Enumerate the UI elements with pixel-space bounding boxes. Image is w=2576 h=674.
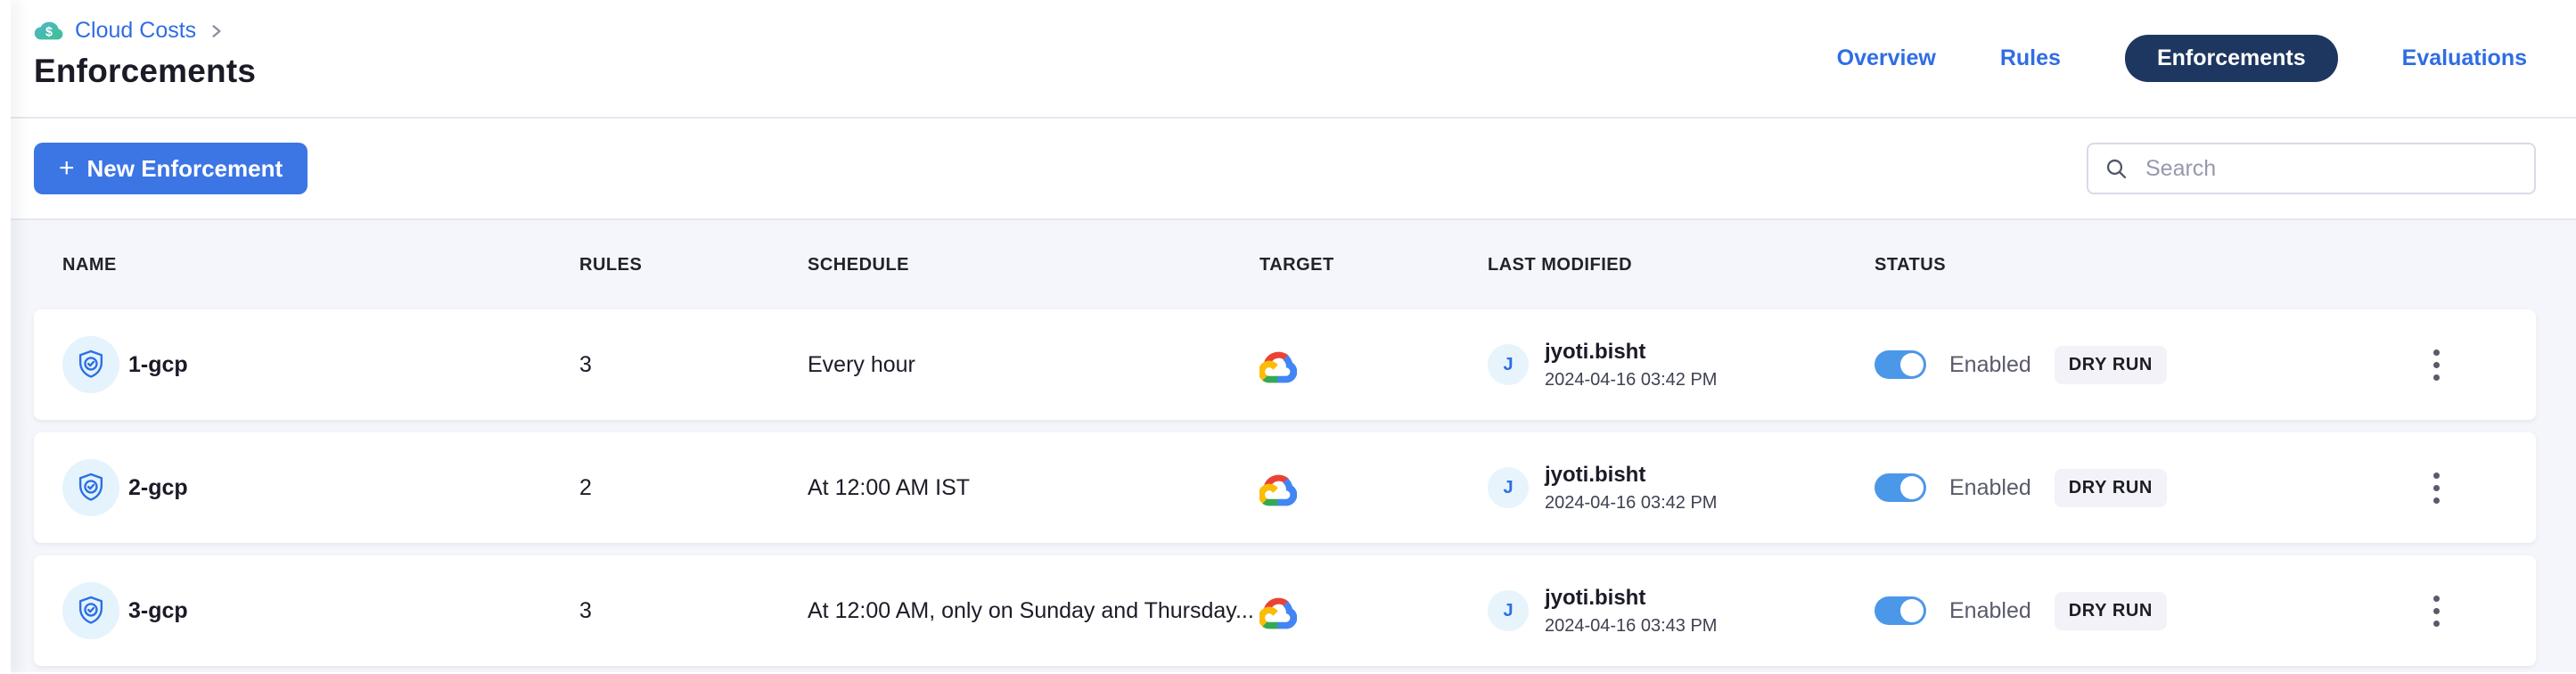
dry-run-badge: DRY RUN xyxy=(2055,346,2167,384)
tab-overview[interactable]: Overview xyxy=(1837,45,1936,71)
shield-check-icon xyxy=(74,592,108,629)
modified-by: jyoti.bisht xyxy=(1545,586,1717,611)
toggle-knob xyxy=(1900,353,1924,376)
plus-icon: + xyxy=(59,155,75,182)
user-avatar: J xyxy=(1488,344,1529,385)
enforcement-name[interactable]: 1-gcp xyxy=(128,352,188,378)
enabled-toggle[interactable] xyxy=(1875,596,1926,625)
enforcement-avatar xyxy=(62,336,119,393)
column-header-target: TARGET xyxy=(1259,255,1488,275)
rules-count: 3 xyxy=(579,598,808,624)
status-label: Enabled xyxy=(1949,598,2031,624)
enforcement-avatar xyxy=(62,459,119,516)
svg-text:$: $ xyxy=(45,25,53,39)
toggle-knob xyxy=(1900,476,1924,499)
page-title: Enforcements xyxy=(34,53,256,90)
search-icon xyxy=(2104,157,2129,181)
row-menu-kebab-icon[interactable] xyxy=(2424,464,2449,513)
column-header-rules: RULES xyxy=(579,255,808,275)
user-avatar: J xyxy=(1488,467,1529,508)
modified-date: 2024-04-16 03:42 PM xyxy=(1545,493,1717,514)
breadcrumb-cloud-costs-link[interactable]: Cloud Costs xyxy=(75,18,196,44)
modified-by: jyoti.bisht xyxy=(1545,463,1717,488)
breadcrumb: $ Cloud Costs xyxy=(34,18,256,44)
column-header-name: NAME xyxy=(62,255,579,275)
toolbar: + New Enforcement xyxy=(0,119,2576,220)
new-enforcement-button[interactable]: + New Enforcement xyxy=(34,143,308,194)
schedule-text: At 12:00 AM IST xyxy=(808,475,1258,501)
shield-check-icon xyxy=(74,469,108,506)
rules-count: 2 xyxy=(579,475,808,501)
top-nav: Overview Rules Enforcements Evaluations xyxy=(1837,0,2527,117)
row-menu-kebab-icon[interactable] xyxy=(2424,587,2449,636)
column-header-schedule: SCHEDULE xyxy=(808,255,1259,275)
column-header-last-modified: LAST MODIFIED xyxy=(1488,255,1875,275)
enabled-toggle[interactable] xyxy=(1875,350,1926,379)
modified-date: 2024-04-16 03:42 PM xyxy=(1545,370,1717,390)
chevron-right-icon xyxy=(209,23,225,39)
row-menu-kebab-icon[interactable] xyxy=(2424,341,2449,390)
table-row[interactable]: 2-gcp 2 At 12:00 AM IST J jyoti.bisht 20… xyxy=(34,432,2536,543)
search-box xyxy=(2087,143,2536,194)
page-header: $ Cloud Costs Enforcements Overview Rule… xyxy=(0,0,2576,119)
modified-date: 2024-04-16 03:43 PM xyxy=(1545,616,1717,637)
cloud-costs-icon: $ xyxy=(34,20,64,43)
new-enforcement-label: New Enforcement xyxy=(87,155,283,183)
table-row[interactable]: 1-gcp 3 Every hour J jyoti.bisht 2024-04… xyxy=(34,309,2536,420)
dry-run-badge: DRY RUN xyxy=(2055,592,2167,630)
schedule-text: Every hour xyxy=(808,352,1258,378)
rules-count: 3 xyxy=(579,352,808,378)
sidebar-edge-shadow xyxy=(0,0,11,674)
gcp-target-icon xyxy=(1259,469,1297,506)
user-avatar: J xyxy=(1488,590,1529,631)
tab-enforcements[interactable]: Enforcements xyxy=(2125,35,2338,82)
gcp-target-icon xyxy=(1259,346,1297,383)
enforcement-name[interactable]: 3-gcp xyxy=(128,598,188,624)
table-header-row: NAME RULES SCHEDULE TARGET LAST MODIFIED… xyxy=(34,220,2536,309)
dry-run-badge: DRY RUN xyxy=(2055,469,2167,507)
column-header-status: STATUS xyxy=(1875,255,2365,275)
tab-rules[interactable]: Rules xyxy=(2000,45,2061,71)
toggle-knob xyxy=(1900,599,1924,622)
status-label: Enabled xyxy=(1949,352,2031,378)
table-row[interactable]: 3-gcp 3 At 12:00 AM, only on Sunday and … xyxy=(34,555,2536,666)
status-label: Enabled xyxy=(1949,475,2031,501)
enabled-toggle[interactable] xyxy=(1875,473,1926,502)
enforcement-avatar xyxy=(62,582,119,639)
modified-by: jyoti.bisht xyxy=(1545,340,1717,365)
shield-check-icon xyxy=(74,346,108,383)
schedule-text: At 12:00 AM, only on Sunday and Thursday… xyxy=(808,598,1258,624)
enforcement-name[interactable]: 2-gcp xyxy=(128,475,188,501)
header-left: $ Cloud Costs Enforcements xyxy=(34,0,256,117)
enforcements-table: NAME RULES SCHEDULE TARGET LAST MODIFIED… xyxy=(0,220,2576,672)
tab-evaluations[interactable]: Evaluations xyxy=(2402,45,2527,71)
search-input[interactable] xyxy=(2087,143,2536,194)
gcp-target-icon xyxy=(1259,592,1297,629)
